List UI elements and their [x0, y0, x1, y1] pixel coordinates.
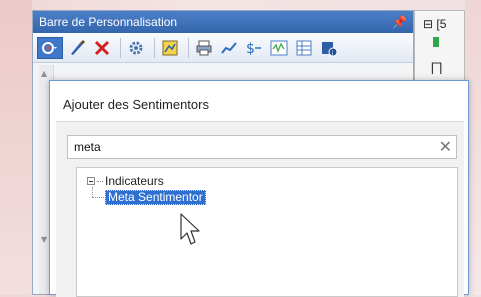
clear-search-icon[interactable]: ✕: [439, 139, 452, 155]
indicator-tree: Indicateurs Meta Sentimentor: [76, 167, 458, 297]
toolbar-separator: [120, 37, 121, 58]
pin-icon[interactable]: 📌: [392, 15, 407, 29]
toolbar-separator: [154, 37, 155, 58]
tree-connector: [92, 197, 104, 198]
delete-icon[interactable]: [91, 37, 113, 59]
customization-toolbar: $ i: [33, 33, 413, 63]
scroll-up-icon[interactable]: ▲: [41, 69, 47, 78]
collapse-icon[interactable]: [87, 177, 95, 185]
grid-icon[interactable]: [293, 37, 315, 59]
tree-connector: [97, 180, 103, 182]
side-panel-icon: ⨅: [431, 61, 443, 77]
add-sentimentors-dialog: Ajouter des Sentimentors ✕ Indicateurs M…: [49, 80, 469, 297]
brush-icon[interactable]: [66, 37, 88, 59]
scroll-down-icon[interactable]: ▼: [41, 235, 47, 244]
background-left: [0, 0, 32, 295]
tree-node-meta-sentimentor[interactable]: Meta Sentimentor: [105, 190, 206, 205]
gear-icon[interactable]: [125, 37, 147, 59]
tree-node-indicateurs[interactable]: Indicateurs: [87, 174, 164, 188]
toolbar-separator: [188, 37, 189, 58]
panel-title: Barre de Personnalisation: [39, 15, 178, 29]
side-panel-indicator: [433, 37, 439, 47]
chart-template-icon[interactable]: [159, 37, 181, 59]
mouse-cursor-icon: [180, 213, 200, 245]
svg-text:$: $: [246, 41, 255, 57]
dropdown-settings-icon[interactable]: [37, 36, 63, 59]
dollar-icon[interactable]: $: [243, 37, 265, 59]
print-icon[interactable]: [193, 37, 215, 59]
panel-title-bar: Barre de Personnalisation 📌: [33, 11, 413, 33]
trend-icon[interactable]: [218, 37, 240, 59]
search-box: ✕: [67, 135, 457, 159]
dialog-title: Ajouter des Sentimentors: [63, 97, 209, 112]
search-input[interactable]: [74, 140, 414, 154]
tree-connector: [92, 187, 93, 197]
tree-node-label: Indicateurs: [105, 174, 164, 188]
info-icon[interactable]: i: [318, 37, 340, 59]
waveform-icon[interactable]: [268, 37, 290, 59]
side-panel-header[interactable]: ⊟ [5: [423, 17, 446, 31]
dialog-content: ✕ Indicateurs Meta Sentimentor: [56, 121, 464, 297]
